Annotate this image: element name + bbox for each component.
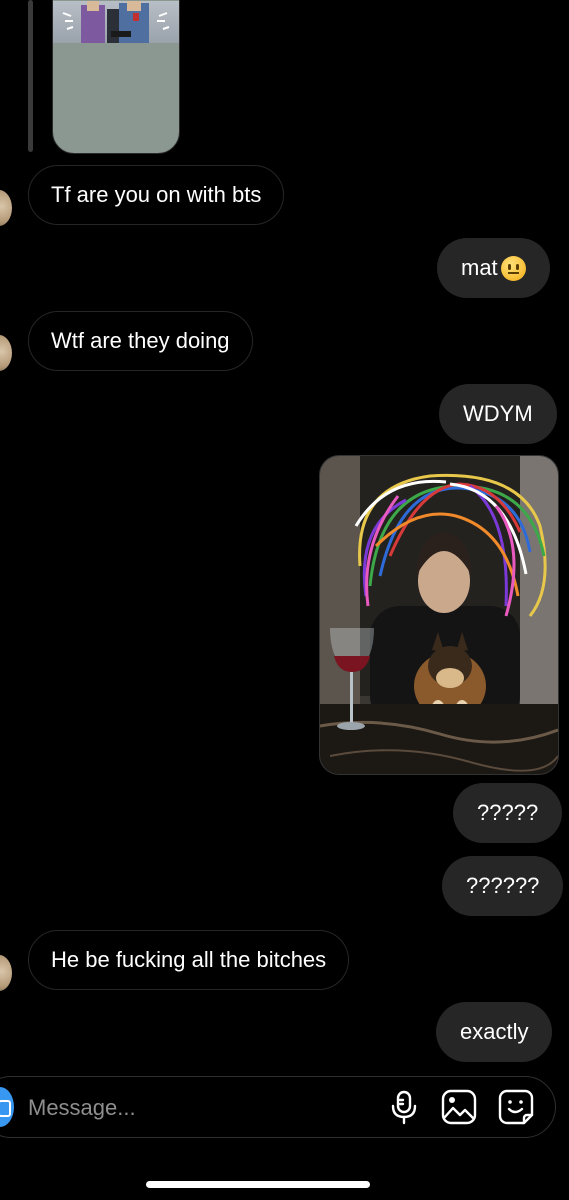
message-bubble-incoming[interactable]: Wtf are they doing [28, 311, 253, 371]
reply-indicator-bar [28, 0, 33, 152]
message-bubble-outgoing[interactable]: ?????? [442, 856, 564, 916]
sender-avatar[interactable] [0, 190, 12, 226]
message-text: ????? [477, 800, 539, 825]
message-input[interactable] [28, 1092, 368, 1124]
sender-avatar[interactable] [0, 335, 12, 371]
message-text: He be fucking all the bitches [51, 947, 327, 972]
message-bubble-outgoing[interactable]: mat [437, 238, 550, 298]
message-text: exactly [460, 1019, 529, 1044]
message-text: Tf are you on with bts [51, 182, 262, 207]
microphone-icon[interactable] [385, 1088, 423, 1126]
home-indicator[interactable] [146, 1181, 370, 1188]
message-photo[interactable] [319, 455, 559, 775]
message-bubble-incoming[interactable]: He be fucking all the bitches [28, 930, 350, 990]
message-bubble-outgoing[interactable]: WDYM [439, 384, 557, 444]
message-bubble-incoming[interactable]: Tf are you on with bts [28, 165, 285, 225]
shared-post-preview[interactable] [52, 0, 180, 154]
message-bubble-outgoing[interactable]: exactly [436, 1002, 553, 1062]
message-text: WDYM [463, 401, 533, 426]
message-text: ?????? [466, 873, 540, 898]
shared-post-thumbnail [53, 1, 179, 43]
neutral-face-emoji-icon [500, 255, 526, 281]
sticker-icon[interactable] [497, 1088, 535, 1126]
message-text: Wtf are they doing [51, 328, 230, 353]
message-bubble-outgoing[interactable]: ????? [453, 783, 563, 843]
gallery-icon[interactable] [440, 1088, 478, 1126]
sender-avatar[interactable] [0, 955, 12, 991]
message-text: mat [461, 255, 498, 280]
